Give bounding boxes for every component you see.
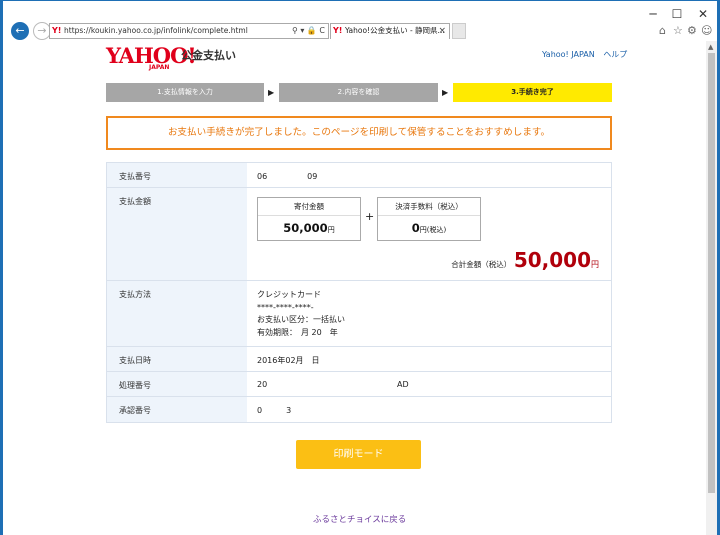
table-row: 承認番号 0 3 [107,397,611,422]
tab-title: Yahoo!公金支払い - 静岡県... [345,26,445,35]
address-bar[interactable]: Y! https://koukin.yahoo.co.jp/infolink/c… [49,23,329,39]
table-row: 支払金額 寄付金額 50,000円 + 決済手数料（税込） 0円(税込) 合計金… [107,188,611,281]
new-tab-button[interactable] [452,23,466,39]
method-value: クレジットカード ****-****-****- お支払い区分：一括払い 有効期… [247,281,611,346]
step-complete: 3.手続き完了 [453,83,612,102]
vertical-scrollbar[interactable]: ▲ [706,41,717,535]
date-label: 支払日時 [107,347,247,371]
service-name: 公金支払い [181,49,236,62]
donation-amount: 50,000円 [283,221,335,235]
method-label: 支払方法 [107,281,247,346]
smiley-icon[interactable]: ☺ [701,24,712,37]
step-confirm: 2.内容を確認 [279,83,438,102]
table-row: 処理番号 20 AD [107,372,611,397]
card-expiry: 有効期限： 月 20 年 [257,327,338,337]
close-window-button[interactable]: ✕ [693,7,713,21]
payment-number-label: 支払番号 [107,163,247,187]
print-mode-button[interactable]: 印刷モード [296,440,421,469]
header-links: Yahoo! JAPAN ヘルプ [536,49,627,60]
scroll-up-icon[interactable]: ▲ [708,43,713,51]
yahoo-favicon-icon: Y! [52,26,62,35]
date-value: 2016年02月 日 [257,356,320,365]
minimize-button[interactable]: ─ [643,7,663,21]
help-link[interactable]: ヘルプ [603,50,627,59]
back-arrow-icon[interactable]: ← [11,22,29,40]
scrollbar-thumb[interactable] [708,53,715,493]
step-arrow-icon: ▶ [268,88,275,97]
total-unit: 円 [591,260,599,269]
maximize-button[interactable]: ☐ [667,7,687,21]
process-label: 処理番号 [107,372,247,396]
yahoo-logo-japan: JAPAN [149,64,170,71]
step-input: 1.支払情報を入力 [106,83,264,102]
process-value: 20 AD [247,372,611,396]
step-arrow-icon: ▶ [442,88,449,97]
total-amount: 合計金額（税込） 50,000円 [451,248,599,272]
tab-close-icon[interactable]: × [438,24,446,38]
process-number-prefix: 20 [257,380,268,389]
method-type: クレジットカード [257,290,321,299]
browser-window: ─ ☐ ✕ ← → Y! https://koukin.yahoo.co.jp/… [2,0,718,535]
plus-icon: + [365,210,375,223]
donation-label: 寄付金額 [258,198,360,216]
payment-division: お支払い区分：一括払い [257,315,345,324]
process-number-suffix: AD [397,380,409,389]
total-value: 50,000 [513,248,591,272]
star-icon[interactable]: ☆ [673,24,683,37]
address-bar-icons[interactable]: ⚲ ▾ 🔒 C [292,24,325,38]
gear-icon[interactable]: ⚙ [687,24,697,37]
card-number: ****-****-****- [257,302,314,312]
donation-box: 寄付金額 50,000円 [257,197,361,241]
amount-label: 支払金額 [107,188,247,280]
payment-details-table: 支払番号 06 09 支払金額 寄付金額 50,000円 + 決済手数料（税込）… [106,162,612,423]
yahoo-japan-link[interactable]: Yahoo! JAPAN [542,50,595,59]
completion-notice: お支払い手続きが完了しました。このページを印刷して保管することをおすすめします。 [106,116,612,150]
home-icon[interactable]: ⌂ [659,24,666,37]
browser-tab[interactable]: Y! Yahoo!公金支払い - 静岡県... × [330,23,450,39]
total-label: 合計金額（税込） [451,260,512,269]
table-row: 支払方法 クレジットカード ****-****-****- お支払い区分：一括払… [107,281,611,347]
table-row: 支払番号 06 09 [107,163,611,188]
fee-amount: 0円(税込) [411,221,447,235]
back-to-furusato-link[interactable]: ふるさとチョイスに戻る [313,513,406,525]
fee-box: 決済手数料（税込） 0円(税込) [377,197,481,241]
page-content: YAHOO! JAPAN 公金支払い Yahoo! JAPAN ヘルプ 1.支払… [3,41,706,535]
table-row: 支払日時 2016年02月 日 [107,347,611,372]
approval-value: 0 3 [257,406,292,415]
approval-label: 承認番号 [107,397,247,422]
yahoo-favicon-icon: Y! [333,26,343,35]
payment-number-value: 06 09 [257,172,318,181]
address-url: https://koukin.yahoo.co.jp/infolink/comp… [64,26,248,35]
browser-titlebar: ─ ☐ ✕ ← → Y! https://koukin.yahoo.co.jp/… [3,1,717,41]
fee-label: 決済手数料（税込） [378,198,480,216]
amount-cell: 寄付金額 50,000円 + 決済手数料（税込） 0円(税込) 合計金額（税込）… [247,188,611,280]
